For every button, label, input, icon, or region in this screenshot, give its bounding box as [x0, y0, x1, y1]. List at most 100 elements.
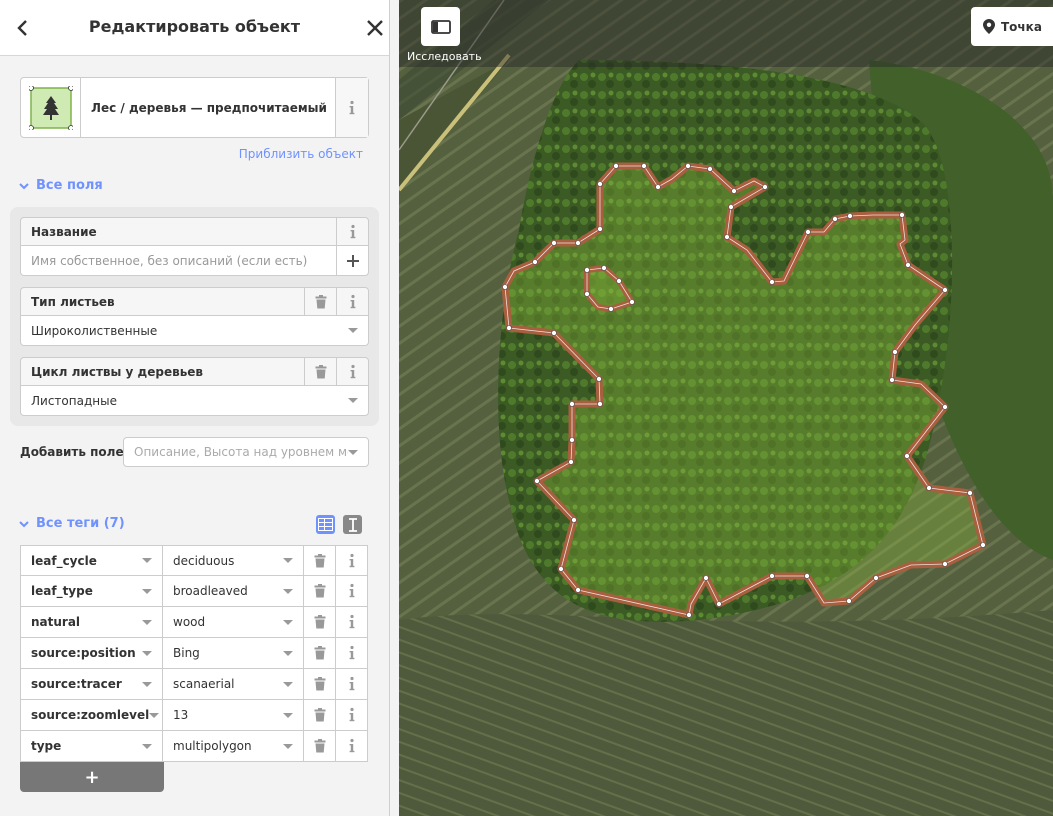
trash-icon [314, 584, 325, 598]
preset-name: Лес / деревья — предпочитаемый [91, 100, 327, 115]
chevron-down-icon [348, 398, 358, 403]
add-localized-name-button[interactable] [336, 246, 368, 275]
trash-icon [314, 708, 325, 722]
trash-icon [314, 677, 325, 691]
tag-value-input[interactable]: scanaerial [163, 669, 304, 700]
map[interactable] [399, 0, 1053, 816]
tag-value-input[interactable]: Bing [163, 638, 304, 669]
field-name: Название Имя собственное, без описаний (… [20, 217, 369, 276]
leaf-type-value: Широколиственные [31, 323, 158, 338]
tag-value: 13 [173, 708, 189, 722]
tag-info-button[interactable] [336, 731, 368, 762]
info-icon [350, 364, 355, 378]
satellite-imagery [399, 0, 1053, 816]
all-tags-label: Все теги (7) [36, 516, 125, 531]
tag-key-input[interactable]: leaf_type [20, 576, 163, 607]
field-name-label: Название [31, 224, 97, 239]
chevron-down-icon [348, 328, 358, 333]
tag-key-input[interactable]: source:tracer [20, 669, 163, 700]
chevron-down-icon [283, 681, 293, 687]
trash-icon [315, 364, 326, 378]
sidebar-scrollbar[interactable] [389, 56, 390, 816]
tag-info-button[interactable] [336, 638, 368, 669]
all-fields-toggle[interactable]: Все поля [18, 178, 103, 193]
tag-key-input[interactable]: type [20, 731, 163, 762]
explore-button[interactable] [421, 7, 460, 46]
field-leaf-cycle-delete-button[interactable] [304, 358, 336, 385]
tag-info-button[interactable] [336, 545, 368, 576]
zoom-to-link[interactable]: Приблизить объект [239, 147, 363, 161]
tag-key: source:tracer [31, 677, 122, 691]
tag-key: source:zoomlevel [31, 708, 150, 722]
tag-info-button[interactable] [336, 576, 368, 607]
leaf-cycle-value: Листопадные [31, 393, 117, 408]
tag-value: multipolygon [173, 739, 252, 753]
tag-delete-button[interactable] [304, 607, 336, 638]
tag-key: leaf_cycle [31, 553, 97, 568]
tag-delete-button[interactable] [304, 545, 336, 576]
name-input[interactable]: Имя собственное, без описаний (если есть… [21, 254, 336, 268]
tag-value-input[interactable]: wood [163, 607, 304, 638]
leaf-type-combo[interactable]: Широколиственные [20, 316, 369, 346]
add-point-button[interactable]: Точка [971, 7, 1053, 46]
tag-key-input[interactable]: natural [20, 607, 163, 638]
field-leaf-cycle: Цикл листвы у деревьев Листопадные [20, 357, 369, 416]
chevron-down-icon [283, 743, 293, 749]
explore-label: Исследовать [407, 50, 482, 63]
close-icon[interactable] [363, 16, 387, 40]
tag-info-button[interactable] [336, 607, 368, 638]
info-icon [349, 583, 354, 598]
add-tag-button[interactable]: + [20, 762, 164, 792]
list-view-button[interactable] [316, 515, 335, 534]
add-field-label: Добавить поле: [20, 445, 129, 459]
tag-delete-button[interactable] [304, 638, 336, 669]
table-row: source:tracer scanaerial [20, 669, 369, 700]
table-row: source:zoomlevel 13 [20, 700, 369, 731]
text-view-button[interactable] [343, 515, 362, 534]
tag-key-input[interactable]: source:position [20, 638, 163, 669]
leaf-cycle-combo[interactable]: Листопадные [20, 386, 369, 416]
trash-icon [314, 646, 325, 660]
tag-value-input[interactable]: deciduous [163, 545, 304, 576]
tag-value: broadleaved [173, 584, 248, 598]
field-leaf-type-delete-button[interactable] [304, 288, 336, 315]
chevron-down-icon [348, 449, 358, 455]
all-tags-toggle[interactable]: Все теги (7) [18, 516, 125, 531]
info-icon [349, 100, 355, 114]
all-fields-label: Все поля [36, 178, 103, 193]
tree-icon [28, 85, 73, 130]
chevron-down-icon [283, 588, 293, 594]
tag-delete-button[interactable] [304, 669, 336, 700]
info-icon [349, 645, 354, 660]
field-leaf-type-label: Тип листьев [31, 294, 115, 309]
tag-value: scanaerial [173, 677, 235, 691]
chevron-down-icon [283, 650, 293, 656]
tag-info-button[interactable] [336, 669, 368, 700]
tag-value-input[interactable]: multipolygon [163, 731, 304, 762]
field-leaf-cycle-info-button[interactable] [336, 358, 368, 385]
info-icon [349, 738, 354, 753]
trash-icon [314, 553, 325, 567]
trash-icon [315, 294, 326, 308]
field-leaf-type-info-button[interactable] [336, 288, 368, 315]
tag-info-button[interactable] [336, 700, 368, 731]
tag-delete-button[interactable] [304, 731, 336, 762]
table-icon [318, 518, 333, 531]
preset-button[interactable]: Лес / деревья — предпочитаемый [20, 77, 369, 138]
trash-icon [314, 615, 325, 629]
chevron-down-icon [142, 681, 152, 687]
text-cursor-icon [348, 517, 357, 532]
tag-value-input[interactable]: broadleaved [163, 576, 304, 607]
tag-value-input[interactable]: 13 [163, 700, 304, 731]
field-name-info-button[interactable] [336, 218, 368, 245]
tag-value: deciduous [173, 553, 235, 568]
tag-key-input[interactable]: source:zoomlevel [20, 700, 163, 731]
field-leaf-cycle-label: Цикл листвы у деревьев [31, 364, 204, 379]
info-icon [349, 553, 354, 567]
preset-info-button[interactable] [335, 78, 368, 137]
add-field-combo[interactable]: Описание, Высота над уровнем мо... [123, 437, 369, 467]
tag-key-input[interactable]: leaf_cycle [20, 545, 163, 576]
chevron-down-icon [142, 743, 152, 749]
tag-delete-button[interactable] [304, 576, 336, 607]
tag-delete-button[interactable] [304, 700, 336, 731]
